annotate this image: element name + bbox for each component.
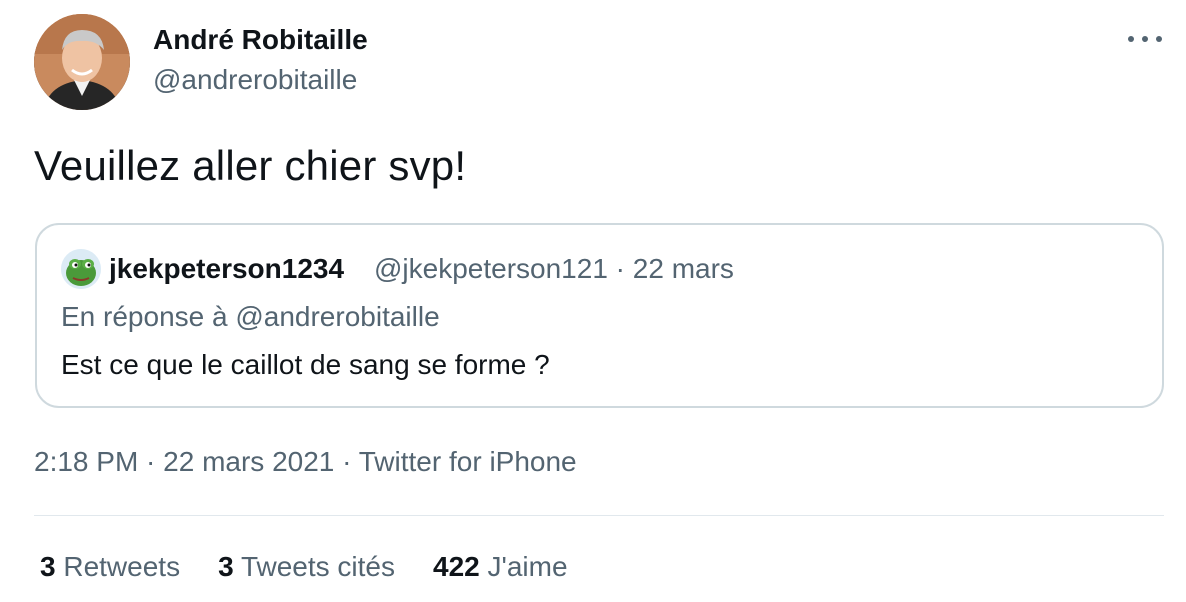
- retweets-label: Retweets: [63, 551, 181, 582]
- more-dot: [1156, 36, 1162, 42]
- author-avatar-image: [34, 14, 130, 110]
- quote-tweets-stat[interactable]: 3 Tweets cités: [218, 551, 395, 583]
- retweets-stat[interactable]: 3 Retweets: [40, 551, 180, 583]
- likes-stat[interactable]: 422 J'aime: [433, 551, 568, 583]
- tweet-text: Veuillez aller chier svp!: [34, 142, 467, 189]
- likes-count: 422: [433, 551, 480, 582]
- author-display-name[interactable]: André Robitaille: [153, 24, 368, 56]
- quote-text: Est ce que le caillot de sang se forme ?: [61, 349, 550, 380]
- more-dot: [1142, 36, 1148, 42]
- tweet-stats: 3 Retweets 3 Tweets cités 422 J'aime: [40, 551, 568, 583]
- quote-tweets-count: 3: [218, 551, 234, 582]
- quote-author-display-name[interactable]: jkekpeterson1234: [109, 253, 344, 285]
- frog-avatar-icon: [61, 249, 101, 289]
- retweets-count: 3: [40, 551, 56, 582]
- quote-tweets-label: Tweets cités: [240, 551, 395, 582]
- author-handle[interactable]: @andrerobitaille: [153, 64, 357, 96]
- author-avatar[interactable]: [34, 14, 130, 110]
- quote-author-avatar[interactable]: [61, 249, 101, 289]
- quote-reply-context: En réponse à @andrerobitaille: [61, 301, 440, 332]
- more-dot: [1128, 36, 1134, 42]
- quoted-tweet-card[interactable]: jkekpeterson1234 @jkekpeterson121 · 22 m…: [35, 223, 1164, 408]
- quote-author-meta: @jkekpeterson121 · 22 mars: [374, 253, 734, 284]
- more-dots-icon[interactable]: [1128, 26, 1162, 52]
- tweet-timestamp[interactable]: 2:18 PM · 22 mars 2021 · Twitter for iPh…: [34, 446, 577, 478]
- likes-label: J'aime: [487, 551, 568, 582]
- divider: [34, 515, 1164, 516]
